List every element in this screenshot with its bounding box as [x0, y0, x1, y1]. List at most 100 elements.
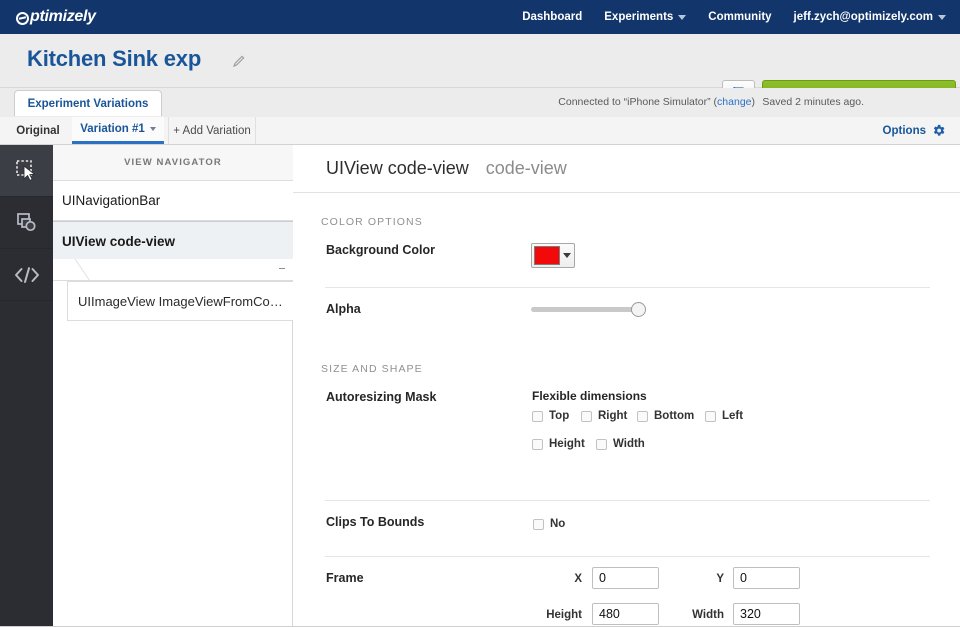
checkbox-bottom-box[interactable] — [637, 411, 648, 422]
label-frame-width: Width — [662, 609, 724, 621]
background-color-picker[interactable] — [531, 243, 575, 268]
tab-original[interactable]: Original — [10, 117, 66, 144]
checkbox-top-box[interactable] — [532, 411, 543, 422]
variation-tab-row: Original Variation #1 + Add Variation Op… — [0, 117, 960, 145]
nav-link-community-label: Community — [708, 11, 771, 23]
logo-text: ptimizely — [30, 8, 96, 26]
options-button[interactable]: Options — [883, 123, 946, 138]
saved-timestamp: Saved 2 minutes ago. — [762, 96, 864, 108]
options-label: Options — [883, 125, 926, 137]
checkbox-bottom-label: Bottom — [654, 410, 694, 422]
divider — [325, 556, 930, 557]
frame-y-input[interactable] — [733, 567, 800, 589]
change-connection-link[interactable]: change — [717, 96, 751, 108]
frame-width-input[interactable] — [733, 603, 800, 625]
nav-item-uiview-code-view-label: UIView code-view — [62, 234, 175, 249]
chevron-down-icon[interactable] — [150, 127, 156, 131]
select-tool-button[interactable] — [0, 145, 53, 197]
checkbox-right-label: Right — [598, 410, 627, 422]
checkbox-height-label: Height — [549, 438, 585, 450]
nav-tree-diagonal — [48, 259, 91, 281]
tab-experiment-variations[interactable]: Experiment Variations — [14, 90, 162, 116]
checkbox-top-label: Top — [549, 410, 569, 422]
optimizely-logo[interactable]: ptimizely — [16, 8, 96, 26]
nav-link-account[interactable]: jeff.zych@optimizely.com — [794, 11, 946, 23]
section-label-size-and-shape: SIZE AND SHAPE — [321, 363, 423, 375]
frame-height-input[interactable] — [592, 603, 659, 625]
section-label-color-options: COLOR OPTIONS — [321, 216, 423, 228]
view-navigator-panel: VIEW NAVIGATOR UINavigationBar UIView co… — [53, 145, 293, 627]
inspector-title: UIView code-view — [326, 158, 469, 179]
label-flexible-dimensions: Flexible dimensions — [532, 389, 647, 403]
chevron-down-icon — [938, 15, 946, 20]
inspector-header: UIView code-view code-view — [293, 145, 960, 193]
gear-icon — [931, 123, 946, 138]
nav-item-uiview-code-view[interactable]: UIView code-view — [53, 221, 293, 261]
nav-link-experiments-label: Experiments — [604, 11, 673, 23]
connection-status-prefix: Connected to “iPhone Simulator” ( — [558, 96, 717, 108]
top-navigation-bar: ptimizely Dashboard Experiments Communit… — [0, 0, 960, 34]
label-background-color: Background Color — [326, 243, 435, 257]
checkbox-height-box[interactable] — [532, 439, 543, 450]
nav-link-experiments[interactable]: Experiments — [604, 11, 686, 23]
nav-link-account-label: jeff.zych@optimizely.com — [794, 11, 933, 23]
checkbox-left[interactable]: Left — [705, 410, 743, 422]
edit-pencil-icon[interactable] — [232, 54, 246, 68]
nav-item-uinavigationbar-label: UINavigationBar — [62, 193, 160, 208]
inspector-subtitle: code-view — [486, 158, 567, 179]
checkbox-right-box[interactable] — [581, 411, 592, 422]
add-variation-button[interactable]: + Add Variation — [168, 117, 256, 144]
code-brackets-icon — [13, 265, 41, 285]
checkbox-width-box[interactable] — [596, 439, 607, 450]
layers-tool-button[interactable] — [0, 197, 53, 249]
label-autoresizing-mask: Autoresizing Mask — [326, 390, 436, 404]
nav-item-uiimageview-label: UIImageView ImageViewFromCo… — [78, 294, 283, 309]
view-navigator-header: VIEW NAVIGATOR — [53, 145, 293, 181]
add-variation-label: + Add Variation — [173, 125, 250, 137]
nav-link-community[interactable]: Community — [708, 11, 771, 23]
checkbox-left-box[interactable] — [705, 411, 716, 422]
optimizely-o-icon — [16, 12, 29, 25]
checkbox-left-label: Left — [722, 410, 743, 422]
nav-item-uiimageview[interactable]: UIImageView ImageViewFromCo… — [67, 281, 293, 321]
tab-experiment-variations-label: Experiment Variations — [28, 98, 149, 110]
checkbox-height[interactable]: Height — [532, 438, 585, 450]
checkbox-bottom[interactable]: Bottom — [637, 410, 694, 422]
nav-link-dashboard[interactable]: Dashboard — [522, 11, 582, 23]
checkbox-clips-to-bounds[interactable]: No — [533, 518, 565, 530]
label-frame: Frame — [326, 571, 364, 585]
label-alpha: Alpha — [326, 302, 361, 316]
tab-variation-1[interactable]: Variation #1 — [72, 117, 164, 144]
nav-tree-connector — [53, 259, 293, 281]
checkbox-top[interactable]: Top — [532, 410, 569, 422]
checkbox-clips-to-bounds-box[interactable] — [533, 519, 544, 530]
code-tool-button[interactable] — [0, 249, 53, 301]
connection-status: Connected to “iPhone Simulator” (change) — [558, 96, 755, 108]
selection-cursor-icon — [14, 158, 40, 184]
color-swatch — [534, 246, 560, 265]
frame-x-input[interactable] — [592, 567, 659, 589]
alpha-slider[interactable] — [531, 307, 644, 312]
checkbox-clips-to-bounds-label: No — [550, 518, 565, 530]
label-frame-height: Height — [520, 609, 582, 621]
label-frame-x: X — [558, 573, 582, 585]
checkbox-right[interactable]: Right — [581, 410, 627, 422]
tool-rail — [0, 145, 53, 627]
label-clips-to-bounds: Clips To Bounds — [326, 515, 424, 529]
chevron-down-icon — [678, 15, 686, 20]
tab-original-label: Original — [16, 125, 59, 137]
checkbox-width[interactable]: Width — [596, 438, 645, 450]
nav-collapse-icon[interactable] — [279, 268, 285, 269]
checkbox-width-label: Width — [613, 438, 645, 450]
shapes-layers-icon — [14, 210, 40, 236]
page-title: Kitchen Sink exp — [27, 46, 201, 72]
chevron-down-icon — [563, 253, 571, 258]
divider — [325, 287, 930, 288]
experiment-header: Kitchen Sink exp Start Experiment — [0, 34, 960, 88]
nav-link-dashboard-label: Dashboard — [522, 11, 582, 23]
divider — [325, 500, 930, 501]
label-frame-y: Y — [700, 573, 724, 585]
nav-item-uinavigationbar[interactable]: UINavigationBar — [53, 181, 293, 221]
nav-links: Dashboard Experiments Community jeff.zyc… — [522, 11, 946, 23]
tab-variation-1-label: Variation #1 — [80, 123, 145, 135]
